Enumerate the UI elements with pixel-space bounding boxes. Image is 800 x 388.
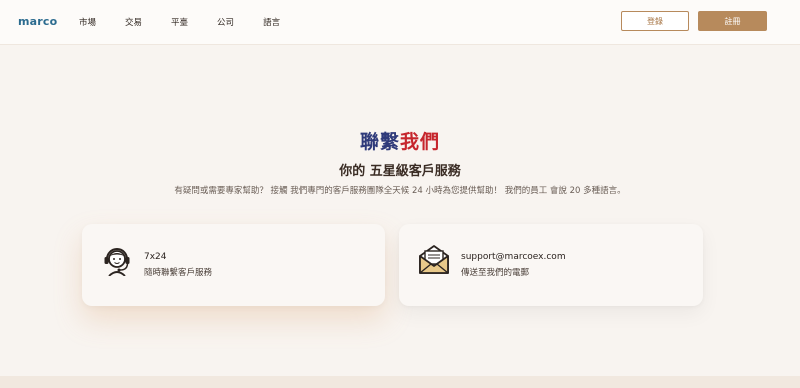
support-hours-caption: 隨時聯繫客戶服務 <box>144 268 213 278</box>
login-button[interactable]: 登錄 <box>621 11 689 31</box>
page-description: 有疑問或需要專家幫助？ 接觸 我們專門的客戶服務團隊全天候 24 小時為您提供幫… <box>174 186 626 196</box>
page-title-part2: 我們 <box>400 131 441 153</box>
menu-item-platform[interactable]: 平臺 <box>171 16 188 28</box>
support-hours: 7x24 <box>144 252 167 262</box>
menu-item-trade[interactable]: 交易 <box>125 16 142 28</box>
envelope-icon <box>419 245 449 274</box>
support-card-email: support@marcoex.com 傳送至我們的電郵 <box>399 224 703 306</box>
menu-item-company[interactable]: 公司 <box>217 16 234 28</box>
main-menu: 市場 交易 平臺 公司 語言 <box>79 16 309 28</box>
page-title: 聯繫我們 <box>0 127 800 154</box>
support-card-24x7: 7x24 隨時聯繫客戶服務 <box>82 224 385 306</box>
headset-icon <box>104 248 130 276</box>
menu-item-market[interactable]: 市場 <box>79 16 96 28</box>
page-title-part1: 聯繫 <box>359 131 400 153</box>
page-subtitle: 你的 五星級客戶服務 <box>339 164 461 179</box>
logo[interactable]: marco <box>18 15 57 28</box>
register-button[interactable]: 註冊 <box>698 11 767 31</box>
menu-item-language[interactable]: 語言 <box>263 16 280 28</box>
top-navbar: marco 市場 交易 平臺 公司 語言 登錄 註冊 <box>0 0 800 45</box>
support-email-caption: 傳送至我們的電郵 <box>461 268 530 278</box>
support-email[interactable]: support@marcoex.com <box>461 252 566 262</box>
footer-band <box>0 376 800 388</box>
